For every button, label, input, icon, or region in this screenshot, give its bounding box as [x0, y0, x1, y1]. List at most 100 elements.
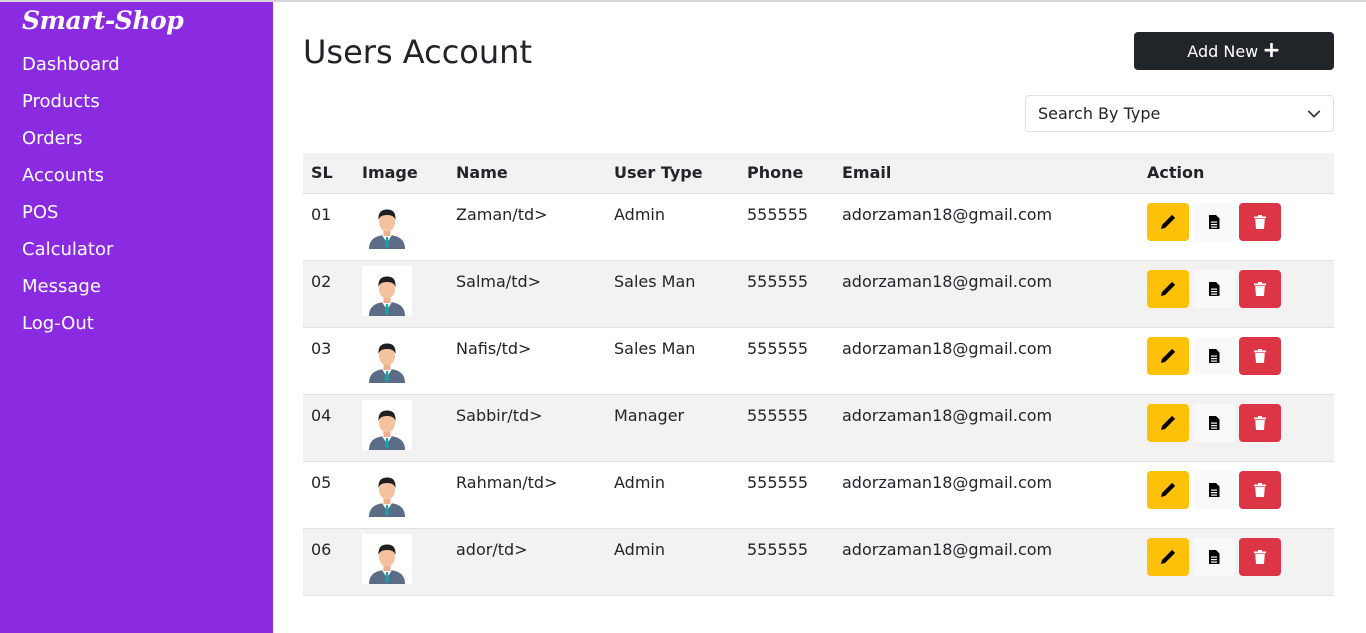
main-content: Users Account Add New + Search By Type S… [303, 2, 1334, 633]
cell-user-type: Manager [606, 394, 739, 462]
cell-image [354, 327, 448, 395]
pencil-icon [1161, 348, 1176, 363]
cell-email: adorzaman18@gmail.com [834, 193, 1139, 261]
sidebar-item-dashboard[interactable]: Dashboard [22, 53, 120, 90]
cell-phone: 555555 [739, 394, 834, 462]
plus-icon: + [1262, 38, 1281, 63]
pencil-icon [1161, 415, 1176, 430]
delete-button[interactable] [1239, 202, 1281, 241]
user-avatar-icon [362, 198, 412, 249]
users-table: SL Image Name User Type Phone Email Acti… [303, 153, 1334, 596]
cell-image [354, 528, 448, 596]
view-button[interactable] [1193, 269, 1235, 308]
document-icon [1209, 348, 1220, 363]
cell-email: adorzaman18@gmail.com [834, 260, 1139, 328]
user-avatar-icon [362, 265, 412, 316]
pencil-icon [1161, 281, 1176, 296]
delete-button[interactable] [1239, 269, 1281, 308]
edit-button[interactable] [1147, 202, 1189, 241]
edit-button[interactable] [1147, 537, 1189, 576]
pencil-icon [1161, 482, 1176, 497]
cell-image [354, 461, 448, 529]
cell-email: adorzaman18@gmail.com [834, 528, 1139, 596]
cell-phone: 555555 [739, 260, 834, 328]
row-actions [1147, 202, 1326, 241]
document-icon [1209, 415, 1220, 430]
sidebar-item-products[interactable]: Products [22, 90, 120, 127]
row-actions [1147, 470, 1326, 509]
header-user-type: User Type [606, 153, 739, 194]
add-new-label: Add New [1187, 41, 1259, 61]
edit-button[interactable] [1147, 269, 1189, 308]
view-button[interactable] [1193, 537, 1235, 576]
cell-image [354, 193, 448, 261]
view-button[interactable] [1193, 336, 1235, 375]
table-body: 01 Zaman/td> Admin 555555 adorzaman18@gmail.… [303, 193, 1334, 596]
brand-logo[interactable]: Smart-Shop [22, 6, 184, 35]
document-icon [1209, 214, 1220, 229]
cell-sl: 06 [303, 528, 354, 596]
sidebar-item-logout[interactable]: Log-Out [22, 312, 120, 349]
page-title: Users Account [303, 33, 532, 71]
sidebar-item-orders[interactable]: Orders [22, 127, 120, 164]
edit-button[interactable] [1147, 470, 1189, 509]
delete-button[interactable] [1239, 403, 1281, 442]
cell-sl: 03 [303, 327, 354, 395]
sidebar-item-accounts[interactable]: Accounts [22, 164, 120, 201]
row-actions [1147, 336, 1326, 375]
cell-phone: 555555 [739, 528, 834, 596]
header-image: Image [354, 153, 448, 194]
cell-email: adorzaman18@gmail.com [834, 327, 1139, 395]
cell-action [1139, 461, 1334, 529]
view-button[interactable] [1193, 202, 1235, 241]
document-icon [1209, 549, 1220, 564]
cell-action [1139, 193, 1334, 261]
search-by-type-select[interactable]: Search By Type [1025, 95, 1334, 132]
cell-sl: 05 [303, 461, 354, 529]
edit-button[interactable] [1147, 403, 1189, 442]
user-avatar-icon [362, 332, 412, 383]
row-actions [1147, 537, 1326, 576]
chevron-down-icon [1307, 110, 1321, 117]
cell-sl: 01 [303, 193, 354, 261]
table-row: 06 ador/td> Admin 555555 adorzaman18@gmail.c… [303, 528, 1334, 596]
cell-user-type: Sales Man [606, 327, 739, 395]
cell-sl: 02 [303, 260, 354, 328]
cell-user-type: Admin [606, 193, 739, 261]
delete-button[interactable] [1239, 537, 1281, 576]
sidebar-item-calculator[interactable]: Calculator [22, 238, 120, 275]
cell-image [354, 260, 448, 328]
trash-icon [1254, 482, 1266, 497]
header-name: Name [448, 153, 606, 194]
sidebar-nav: Dashboard Products Orders Accounts POS C… [22, 53, 120, 349]
cell-image [354, 394, 448, 462]
user-avatar-icon [362, 399, 412, 450]
header-phone: Phone [739, 153, 834, 194]
header-email: Email [834, 153, 1139, 194]
cell-name: Rahman/td> [448, 461, 606, 529]
delete-button[interactable] [1239, 470, 1281, 509]
header-sl: SL [303, 153, 354, 194]
sidebar-item-message[interactable]: Message [22, 275, 120, 312]
cell-action [1139, 260, 1334, 328]
view-button[interactable] [1193, 470, 1235, 509]
table-row: 02 Salma/td> Sales Man 555555 adorzaman18@gm… [303, 260, 1334, 328]
cell-user-type: Admin [606, 461, 739, 529]
sidebar: Smart-Shop Dashboard Products Orders Acc… [0, 2, 273, 633]
view-button[interactable] [1193, 403, 1235, 442]
cell-phone: 555555 [739, 327, 834, 395]
trash-icon [1254, 549, 1266, 564]
add-new-button[interactable]: Add New + [1134, 32, 1334, 70]
edit-button[interactable] [1147, 336, 1189, 375]
trash-icon [1254, 415, 1266, 430]
user-avatar-icon [362, 533, 412, 584]
delete-button[interactable] [1239, 336, 1281, 375]
cell-name: Salma/td> [448, 260, 606, 328]
table-row: 01 Zaman/td> Admin 555555 adorzaman18@gmail.… [303, 193, 1334, 261]
pencil-icon [1161, 549, 1176, 564]
user-avatar-icon [362, 466, 412, 517]
sidebar-item-pos[interactable]: POS [22, 201, 120, 238]
cell-name: ador/td> [448, 528, 606, 596]
cell-action [1139, 528, 1334, 596]
cell-user-type: Admin [606, 528, 739, 596]
